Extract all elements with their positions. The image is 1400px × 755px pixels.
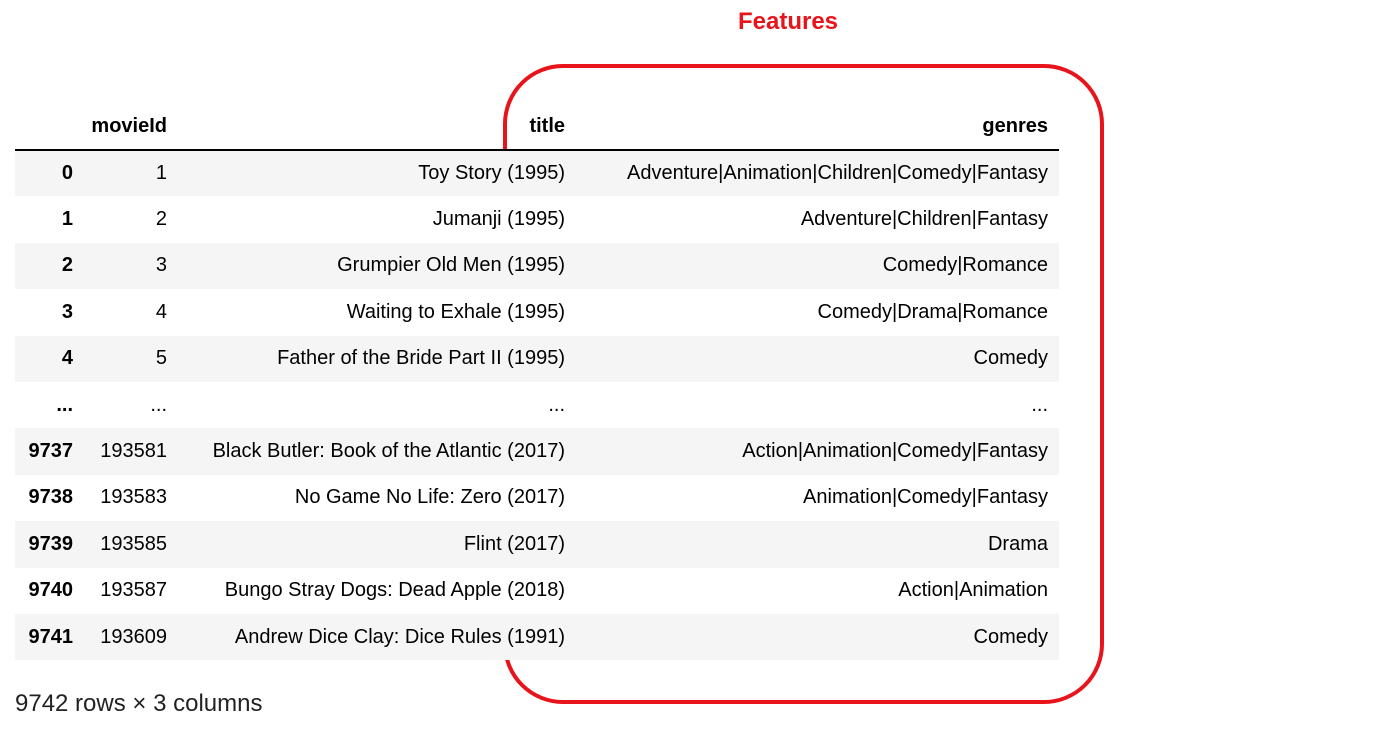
cell-title: Waiting to Exhale (1995): [346, 300, 565, 323]
row-index: 9739: [28, 532, 74, 555]
table-row: 9741 193609 Andrew Dice Clay: Dice Rules (…: [15, 613, 1059, 661]
row-index: 1: [61, 208, 73, 231]
dataframe-table: movieId title genres 0 1 Toy Story (1995) A…: [15, 103, 1059, 661]
row-index: 3: [61, 300, 73, 323]
cell-title: Flint (2017): [463, 532, 565, 555]
cell-movieid: ...: [150, 393, 167, 416]
table-row: 3 4 Waiting to Exhale (1995) Comedy|Drama|R…: [15, 289, 1059, 336]
table-row: 2 3 Grumpier Old Men (1995) Comedy|Romance: [15, 242, 1059, 290]
cell-title: Andrew Dice Clay: Dice Rules (1991): [234, 625, 565, 648]
row-index: 9741: [28, 625, 74, 648]
row-index: ...: [56, 393, 73, 416]
table-row: 9738 193583 No Game No Life: Zero (2017) An…: [15, 474, 1059, 522]
cell-genres: Animation|Comedy|Fantasy: [803, 486, 1048, 509]
cell-genres: Action|Animation: [898, 579, 1048, 602]
cell-genres: Comedy|Drama|Romance: [817, 300, 1048, 323]
row-index: 9737: [28, 440, 74, 463]
row-index: 9738: [28, 486, 74, 509]
cell-genres: ...: [1031, 393, 1048, 416]
cell-movieid: 2: [155, 208, 167, 231]
row-index: 2: [61, 254, 73, 277]
table-row: 0 1 Toy Story (1995) Adventure|Animation|Ch…: [15, 150, 1059, 197]
table-row: 9739 193585 Flint (2017) Drama: [15, 521, 1059, 568]
cell-movieid: 3: [155, 254, 167, 277]
cell-title: Toy Story (1995): [418, 162, 565, 185]
table-row: 1 2 Jumanji (1995) Adventure|Children|Fanta…: [15, 196, 1059, 243]
cell-movieid: 1: [155, 162, 167, 185]
cell-title: Black Butler: Book of the Atlantic (2017…: [212, 440, 565, 463]
table-row: ............: [15, 381, 1059, 429]
row-index: 4: [61, 347, 73, 370]
header-row: movieId title genres: [15, 103, 1059, 151]
table-row: 4 5 Father of the Bride Part II (1995) Come…: [15, 335, 1059, 382]
table-body: 0 1 Toy Story (1995) Adventure|Animation|Ch…: [15, 150, 1059, 661]
cell-genres: Comedy: [973, 347, 1048, 370]
cell-genres: Action|Animation|Comedy|Fantasy: [742, 440, 1048, 463]
table-row: 9740 193587 Bungo Stray Dogs: Dead Apple (…: [15, 567, 1059, 614]
header-title: title: [177, 103, 576, 151]
features-annotation-label: Features: [737, 8, 839, 35]
cell-genres: Adventure|Children|Fantasy: [800, 208, 1048, 231]
cell-movieid: 193585: [100, 532, 167, 555]
cell-genres: Comedy|Romance: [882, 254, 1048, 277]
cell-title: No Game No Life: Zero (2017): [294, 486, 565, 509]
table-row: 9737 193581 Black Butler: Book of the Atla…: [15, 428, 1059, 475]
cell-genres: Drama: [987, 532, 1048, 555]
cell-title: Father of the Bride Part II (1995): [277, 347, 565, 370]
cell-movieid: 193581: [100, 440, 167, 463]
dataframe-shape-label: 9742 rows × 3 columns: [15, 690, 263, 717]
row-index: 9740: [28, 579, 74, 602]
cell-movieid: 4: [155, 300, 167, 323]
cell-movieid: 193609: [100, 625, 167, 648]
cell-title: Jumanji (1995): [432, 208, 565, 231]
cell-title: ...: [548, 393, 565, 416]
cell-title: Bungo Stray Dogs: Dead Apple (2018): [224, 579, 565, 602]
header-movieid: movieId: [85, 103, 177, 151]
dataframe-output: movieId title genres 0 1 Toy Story (1995) A…: [15, 103, 1059, 661]
cell-movieid: 193583: [100, 486, 167, 509]
header-index: [15, 103, 85, 151]
row-index: 0: [61, 162, 73, 185]
table-header: movieId title genres: [15, 103, 1059, 151]
cell-movieid: 5: [155, 347, 167, 370]
cell-genres: Adventure|Animation|Children|Comedy|Fant…: [627, 162, 1048, 185]
cell-title: Grumpier Old Men (1995): [337, 254, 565, 277]
cell-genres: Comedy: [973, 625, 1048, 648]
cell-movieid: 193587: [100, 579, 167, 602]
header-genres: genres: [576, 103, 1059, 151]
